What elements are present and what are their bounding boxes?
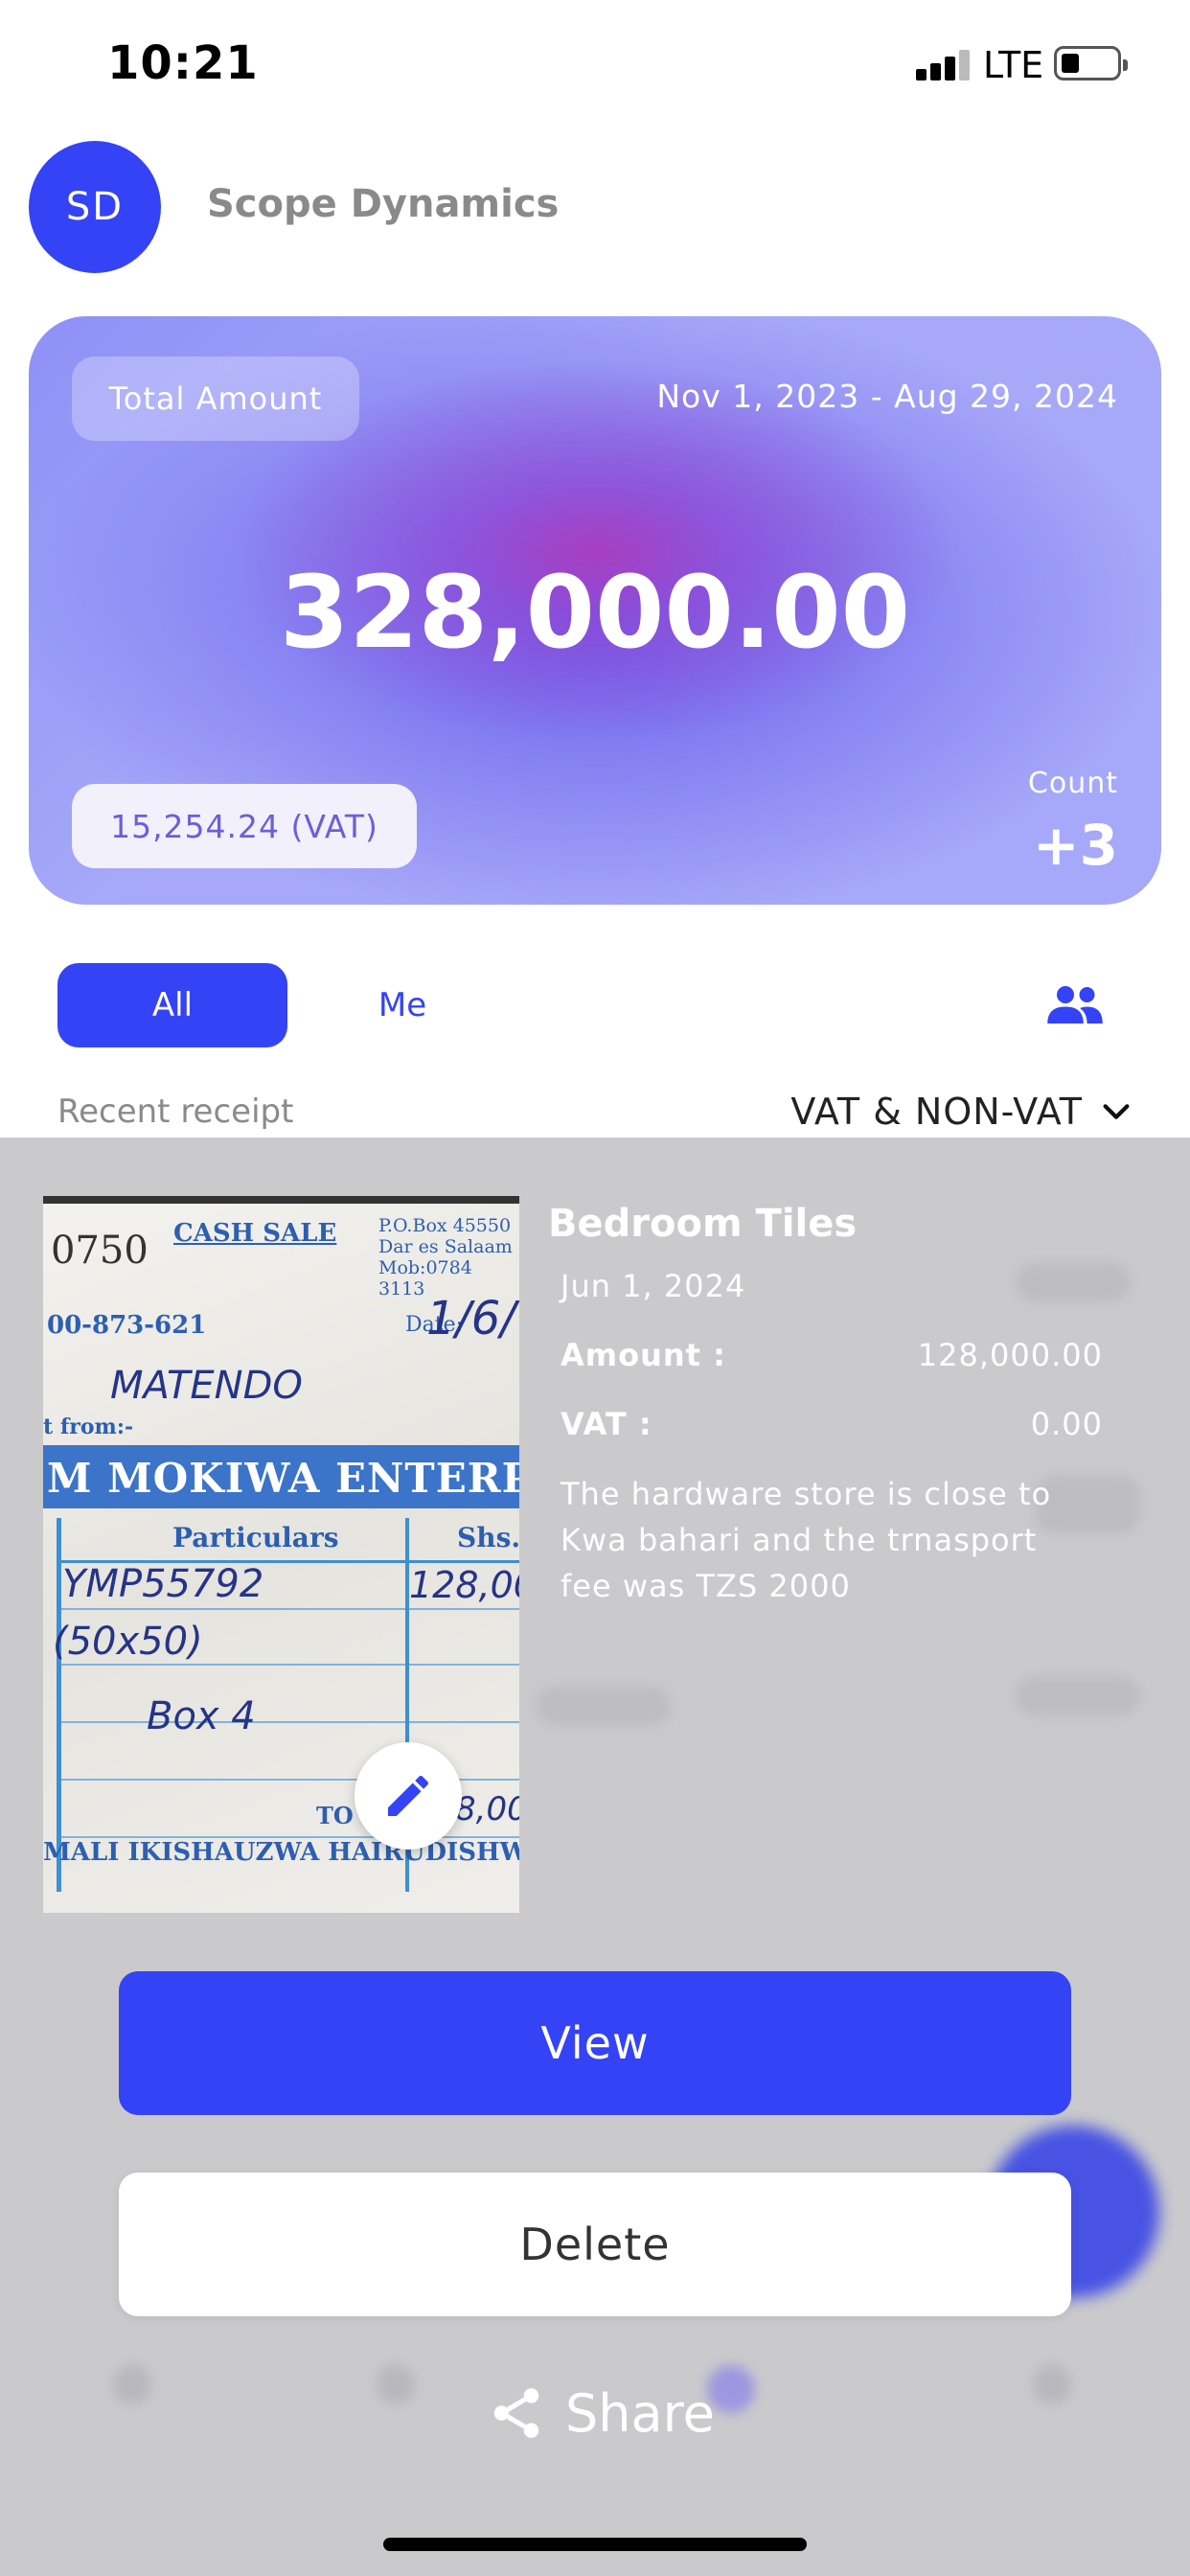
delete-button[interactable]: Delete (119, 2173, 1071, 2316)
background-blur (1016, 1263, 1131, 1301)
avatar[interactable]: SD (29, 141, 161, 273)
receipt-date: Jun 1, 2024 (561, 1268, 746, 1304)
receipt-item-size: (50x50) (53, 1620, 203, 1664)
company-name: Scope Dynamics (207, 182, 560, 226)
receipt-customer: MATENDO (110, 1364, 303, 1408)
background-blur (537, 1687, 671, 1725)
share-label: Share (565, 2382, 715, 2444)
receipt-city: Dar es Salaam (378, 1236, 513, 1257)
network-type: LTE (983, 44, 1044, 86)
status-bar: 10:21 LTE (0, 0, 1190, 129)
receipt-item-qty: Box 4 (147, 1694, 256, 1738)
filter-me-tab[interactable]: Me (345, 963, 460, 1047)
receipt-business-band: M MOKIWA ENTERPRI (43, 1445, 519, 1508)
receipt-business-name: M MOKIWA ENTERPRI (47, 1455, 519, 1502)
receipt-particulars-header: Particulars (172, 1522, 339, 1553)
receipt-cash-sale: CASH SALE (173, 1219, 337, 1248)
receipt-phone: 00-873-621 (47, 1311, 207, 1340)
amount-value: 128,000.00 (917, 1337, 1103, 1373)
receipt-item-code: YMP55792 (62, 1562, 264, 1606)
receipt-rule (57, 1664, 519, 1666)
total-amount-chip: Total Amount (72, 356, 359, 441)
count-value: +3 (1033, 813, 1118, 878)
share-icon (493, 2388, 539, 2438)
receipt-footer: MALI IKISHAUZWA HAIRUDISHW (43, 1838, 519, 1867)
home-indicator (383, 2538, 807, 2551)
amount-label: Amount : (561, 1337, 726, 1373)
receipt-total-label: TO (316, 1802, 354, 1829)
people-icon[interactable] (1046, 981, 1104, 1027)
receipt-shs-header: Shs. (457, 1522, 519, 1553)
filter-all-tab[interactable]: All (57, 963, 287, 1047)
background-blur (113, 2365, 151, 2404)
signal-icon (916, 50, 970, 80)
count-label: Count (1027, 767, 1118, 800)
vat-total-chip: 15,254.24 (VAT) (72, 784, 417, 868)
total-summary-card: Total Amount Nov 1, 2023 - Aug 29, 2024 … (29, 316, 1161, 905)
background-blur (1016, 1677, 1140, 1715)
receipt-total-amount: 8,00 (455, 1790, 519, 1828)
pencil-icon (388, 1775, 429, 1816)
vat-filter-dropdown[interactable]: VAT & NON-VAT (790, 1091, 1133, 1133)
background-blur (1033, 2365, 1071, 2404)
view-button[interactable]: View (119, 1971, 1071, 2115)
receipt-po-box: P.O.Box 45550 (378, 1215, 512, 1236)
receipt-note: The hardware store is close to Kwa bahar… (561, 1476, 1052, 1604)
receipt-date-value: 1/6/ (426, 1292, 516, 1346)
share-button[interactable]: Share (487, 2375, 715, 2451)
receipt-edge (43, 1196, 519, 1204)
vat-value: 0.00 (1030, 1406, 1103, 1442)
vat-filter-label: VAT & NON-VAT (790, 1091, 1083, 1133)
date-range[interactable]: Nov 1, 2023 - Aug 29, 2024 (656, 378, 1118, 415)
background-blur (377, 2365, 415, 2404)
receipt-title: Bedroom Tiles (548, 1202, 858, 1246)
status-time: 10:21 (107, 36, 259, 90)
receipt-from-label: t from:- (43, 1414, 134, 1439)
recent-receipt-label: Recent receipt (57, 1092, 294, 1131)
receipt-rule (57, 1721, 519, 1723)
total-amount-value: 328,000.00 (280, 554, 910, 671)
chevron-down-icon (1103, 1104, 1130, 1119)
battery-icon (1054, 46, 1128, 80)
vat-label: VAT : (561, 1406, 652, 1442)
receipt-number: 0750 (51, 1229, 149, 1273)
app-screen: 10:21 LTE SD Scope Dynamics Total Amount… (0, 0, 1190, 2576)
edit-receipt-button[interactable] (355, 1742, 462, 1850)
receipt-item-amount: 128,00 (409, 1564, 519, 1606)
receipt-rule (57, 1608, 519, 1610)
